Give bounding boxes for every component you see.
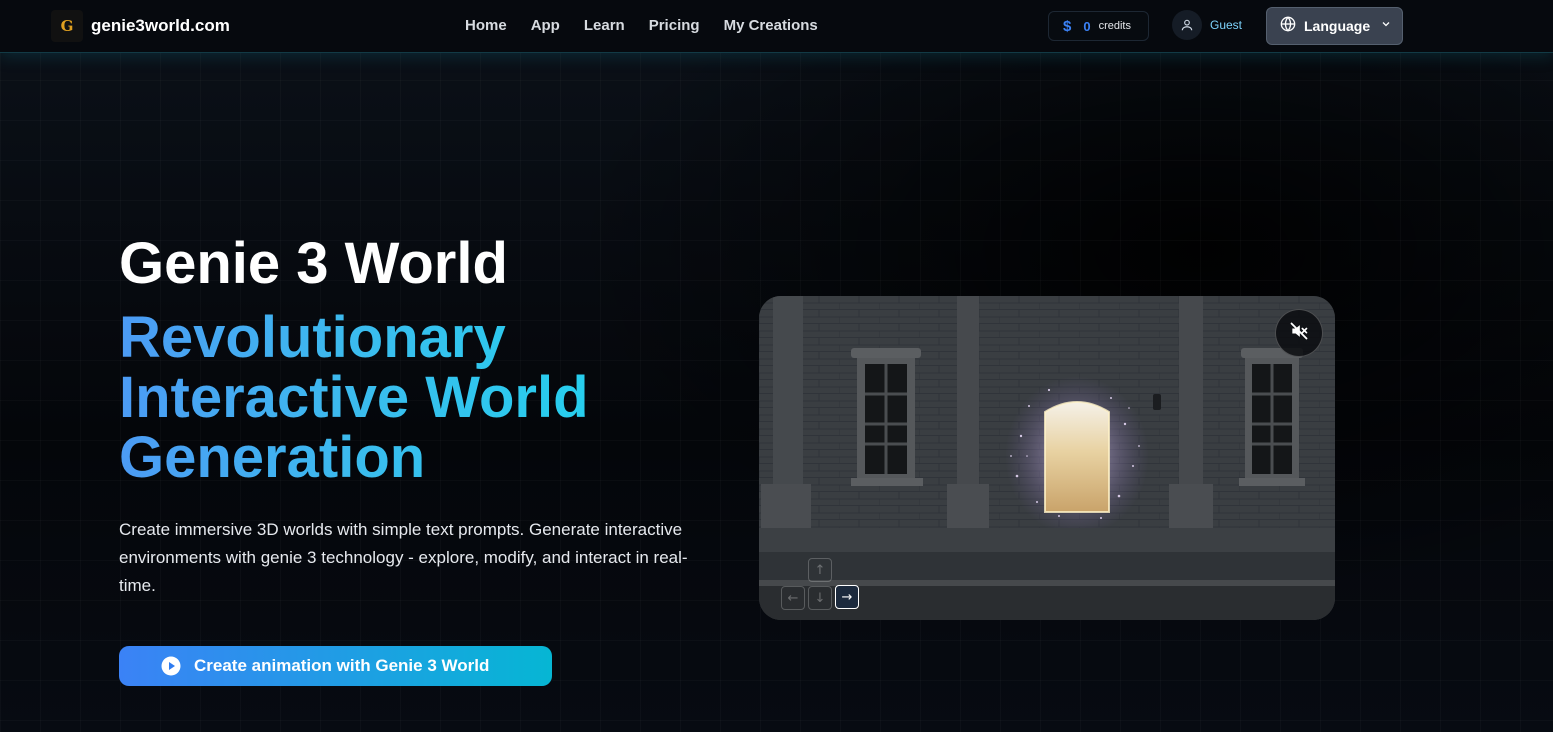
chevron-down-icon bbox=[1380, 17, 1392, 35]
nav-home-link[interactable]: Home bbox=[465, 17, 507, 34]
nav-pricing-link[interactable]: Pricing bbox=[649, 17, 700, 34]
credits-count: 0 bbox=[1083, 18, 1091, 34]
create-animation-button[interactable]: Create animation with Genie 3 World bbox=[119, 646, 552, 686]
top-navbar: G genie3world.com Home App Learn Pricing… bbox=[0, 0, 1553, 53]
brand-link[interactable]: G genie3world.com bbox=[51, 10, 230, 42]
nav-app-link[interactable]: App bbox=[531, 17, 560, 34]
key-up-icon: ↑ bbox=[808, 558, 832, 582]
mute-toggle-button[interactable] bbox=[1275, 309, 1323, 357]
key-left-icon: ← bbox=[781, 586, 805, 610]
logo-icon: G bbox=[51, 10, 83, 42]
main-menu: Home App Learn Pricing My Creations bbox=[465, 17, 818, 34]
hero-subtitle-line2b: World bbox=[425, 365, 589, 430]
play-icon bbox=[161, 656, 181, 681]
dollar-icon: $ bbox=[1063, 17, 1072, 35]
demo-video[interactable]: ↑ ← ↓ → bbox=[759, 296, 1335, 620]
hero-description: Create immersive 3D worlds with simple t… bbox=[119, 520, 688, 595]
hero-title: Genie 3 World bbox=[119, 231, 508, 296]
hero-section: Genie 3 World Revolutionary Interactive … bbox=[119, 232, 759, 600]
hero-subtitle-line1: Revolutionary bbox=[119, 305, 506, 370]
video-scene-image bbox=[759, 296, 1335, 620]
user-name: Guest bbox=[1210, 18, 1243, 32]
hero-subtitle: Revolutionary Interactive World Generati… bbox=[119, 308, 639, 488]
hero-subtitle-line3: Generation bbox=[119, 425, 426, 490]
credits-label: credits bbox=[1098, 20, 1131, 32]
user-menu[interactable]: Guest bbox=[1172, 10, 1242, 40]
volume-muted-icon bbox=[1289, 321, 1309, 346]
nav-my-creations-link[interactable]: My Creations bbox=[724, 17, 818, 34]
create-animation-label: Create animation with Genie 3 World bbox=[194, 656, 490, 675]
user-icon bbox=[1172, 10, 1202, 40]
credits-badge[interactable]: $ 0 credits bbox=[1048, 11, 1149, 41]
key-down-icon: ↓ bbox=[808, 586, 832, 610]
brand-name: genie3world.com bbox=[91, 16, 230, 35]
globe-icon bbox=[1280, 15, 1296, 37]
nav-learn-link[interactable]: Learn bbox=[584, 17, 625, 34]
language-selector[interactable]: Language bbox=[1266, 7, 1403, 45]
key-right-icon: → bbox=[835, 585, 859, 609]
language-label: Language bbox=[1304, 18, 1371, 34]
hero-subtitle-line2a: Interactive bbox=[119, 365, 426, 430]
